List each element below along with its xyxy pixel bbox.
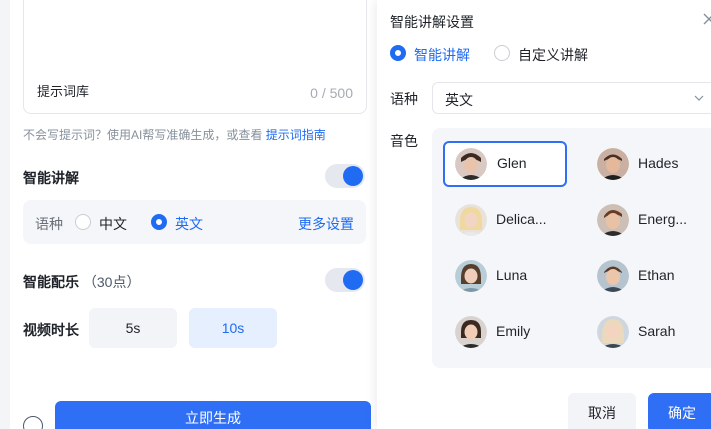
voice-option-ethan[interactable]: Ethan bbox=[585, 253, 709, 299]
avatar bbox=[455, 204, 487, 236]
radio-chinese-label[interactable]: 中文 bbox=[99, 214, 127, 234]
smart-music-title: 智能配乐 （30点） bbox=[23, 272, 140, 292]
avatar bbox=[455, 260, 487, 292]
chevron-down-icon bbox=[694, 95, 704, 101]
avatar bbox=[597, 260, 629, 292]
prompt-textarea[interactable]: 提示词库 0 / 500 bbox=[23, 0, 367, 114]
link-icon[interactable] bbox=[23, 416, 43, 429]
voice-option-glen[interactable]: Glen bbox=[443, 141, 567, 187]
confirm-button[interactable]: 确定 bbox=[648, 393, 711, 429]
cancel-button[interactable]: 取消 bbox=[568, 393, 636, 429]
left-panel: 提示词库 0 / 500 不会写提示词？使用AI帮写准确生成，或查看 提示词指南… bbox=[10, 0, 376, 429]
duration-5s-button[interactable]: 5s bbox=[89, 308, 177, 348]
toggle-knob bbox=[343, 270, 363, 290]
avatar bbox=[597, 204, 629, 236]
language-select-value: 英文 bbox=[445, 92, 473, 108]
popup-title: 智能讲解设置 bbox=[390, 14, 474, 30]
avatar bbox=[597, 148, 629, 180]
prompt-hint: 不会写提示词？使用AI帮写准确生成，或查看 提示词指南 bbox=[23, 126, 326, 143]
voice-name: Emily bbox=[496, 323, 531, 339]
language-select[interactable]: 英文 bbox=[432, 82, 711, 114]
mode-radio-smart[interactable] bbox=[390, 45, 406, 61]
hint-text: 不会写提示词？使用AI帮写准确生成，或查看 bbox=[23, 128, 266, 142]
char-count: 0 / 500 bbox=[310, 85, 353, 101]
popup-language-label: 语种 bbox=[390, 91, 418, 107]
toggle-knob bbox=[343, 166, 363, 186]
voice-option-luna[interactable]: Luna bbox=[443, 253, 567, 299]
voice-grid: Glen Hades Delica... Energ... Luna Ethan… bbox=[432, 128, 711, 368]
left-edge-strip bbox=[0, 0, 10, 429]
voice-name: Ethan bbox=[638, 267, 675, 283]
voice-option-hades[interactable]: Hades bbox=[585, 141, 709, 187]
mode-radio-custom[interactable] bbox=[494, 45, 510, 61]
duration-10s-button[interactable]: 10s bbox=[189, 308, 277, 348]
voice-name: Luna bbox=[496, 267, 528, 283]
smart-music-toggle[interactable] bbox=[325, 268, 365, 292]
smart-narration-title: 智能讲解 bbox=[23, 170, 79, 186]
close-icon[interactable] bbox=[702, 12, 711, 26]
voice-name: Delica... bbox=[496, 211, 547, 227]
duration-title: 视频时长 bbox=[23, 322, 79, 338]
voice-option-emily[interactable]: Emily bbox=[443, 309, 567, 355]
voice-option-delica[interactable]: Delica... bbox=[443, 197, 567, 243]
voice-name: Hades bbox=[638, 155, 679, 171]
mode-smart-label[interactable]: 智能讲解 bbox=[414, 45, 470, 65]
generate-button[interactable]: 立即生成 bbox=[55, 401, 371, 429]
more-settings-link[interactable]: 更多设置 bbox=[298, 214, 354, 234]
voice-label: 音色 bbox=[390, 133, 418, 149]
mode-custom-label[interactable]: 自定义讲解 bbox=[518, 45, 588, 65]
narration-settings-popup: 智能讲解设置 智能讲解 自定义讲解 语种 英文 音色 Glen Hades De… bbox=[377, 0, 711, 429]
language-label: 语种 bbox=[35, 216, 63, 232]
prompt-lexicon-button[interactable]: 提示词库 bbox=[37, 81, 89, 100]
avatar bbox=[455, 316, 487, 348]
smart-music-label: 智能配乐 bbox=[23, 274, 79, 290]
radio-chinese[interactable] bbox=[75, 214, 91, 230]
voice-option-sarah[interactable]: Sarah bbox=[585, 309, 709, 355]
radio-english[interactable] bbox=[151, 214, 167, 230]
avatar bbox=[597, 316, 629, 348]
prompt-guide-link[interactable]: 提示词指南 bbox=[266, 128, 326, 142]
radio-english-label[interactable]: 英文 bbox=[175, 214, 203, 234]
voice-name: Sarah bbox=[638, 323, 676, 339]
voice-name: Glen bbox=[497, 155, 527, 171]
voice-name: Energ... bbox=[638, 211, 688, 227]
smart-music-points: （30点） bbox=[82, 274, 141, 290]
smart-narration-toggle[interactable] bbox=[325, 164, 365, 188]
narration-language-box: 语种 中文 英文 更多设置 bbox=[23, 200, 366, 244]
avatar bbox=[455, 148, 487, 180]
voice-option-energ[interactable]: Energ... bbox=[585, 197, 709, 243]
